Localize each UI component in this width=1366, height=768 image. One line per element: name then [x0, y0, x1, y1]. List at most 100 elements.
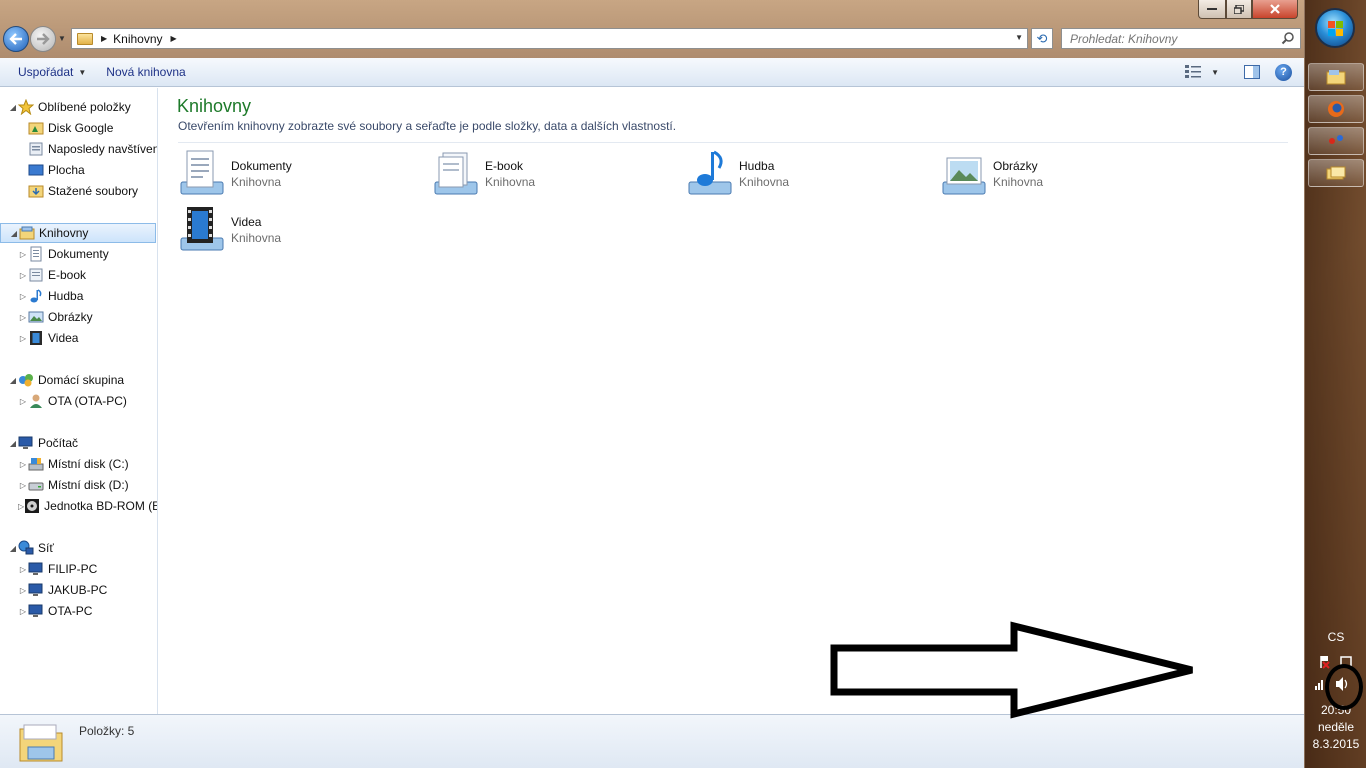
- collapsed-arrow-icon[interactable]: ▷: [18, 460, 28, 469]
- nav-item-recent[interactable]: Naposledy navštívené: [0, 139, 157, 159]
- nav-network[interactable]: ◢ Síť: [0, 538, 157, 558]
- nav-item-ebook[interactable]: ▷ E-book: [0, 265, 157, 285]
- nav-item-ota-user[interactable]: ▷ OTA (OTA-PC): [0, 391, 157, 411]
- nav-item-filip-pc[interactable]: ▷ FILIP-PC: [0, 559, 157, 579]
- collapsed-arrow-icon[interactable]: ▷: [18, 334, 28, 343]
- organize-button[interactable]: Uspořádat ▼: [8, 65, 96, 79]
- nav-item-desktop[interactable]: Plocha: [0, 160, 157, 180]
- nav-label: JAKUB-PC: [48, 583, 108, 597]
- expanded-arrow-icon[interactable]: ◢: [8, 439, 18, 448]
- language-indicator[interactable]: CS: [1305, 630, 1366, 644]
- nav-label: Knihovny: [39, 226, 89, 240]
- help-button[interactable]: ?: [1275, 63, 1292, 81]
- app-icon: [1329, 135, 1343, 144]
- folder-icon: [77, 32, 93, 45]
- library-tile-pictures[interactable]: Obrázky Knihovna: [939, 148, 1139, 200]
- expanded-arrow-icon[interactable]: ◢: [8, 544, 18, 553]
- taskbar-firefox[interactable]: [1308, 95, 1364, 123]
- search-icon[interactable]: [1281, 31, 1295, 45]
- action-center-icon[interactable]: [1320, 656, 1330, 669]
- library-name: E-book: [485, 159, 524, 173]
- nav-item-music[interactable]: ▷ Hudba: [0, 286, 157, 306]
- taskbar-explorer[interactable]: [1308, 63, 1364, 91]
- library-tile-ebook[interactable]: E-book Knihovna: [431, 148, 631, 200]
- ebook-library-icon: [434, 152, 478, 195]
- nav-label: Stažené soubory: [48, 184, 139, 198]
- preview-pane-button[interactable]: [1243, 63, 1261, 81]
- view-controls: ▼ ?: [1185, 63, 1292, 81]
- library-tile-music[interactable]: Hudba Knihovna: [685, 148, 885, 200]
- desktop-icon: [28, 162, 44, 178]
- new-library-label: Nová knihovna: [106, 65, 186, 79]
- expanded-arrow-icon[interactable]: ◢: [8, 376, 18, 385]
- nav-label: FILIP-PC: [48, 562, 98, 576]
- nav-item-pictures[interactable]: ▷ Obrázky: [0, 307, 157, 327]
- library-tile-videos[interactable]: Videa Knihovna: [177, 204, 377, 256]
- library-name: Obrázky: [993, 159, 1038, 173]
- clock-day[interactable]: neděle: [1305, 720, 1366, 734]
- nav-item-documents[interactable]: ▷ Dokumenty: [0, 244, 157, 264]
- collapsed-arrow-icon[interactable]: ▷: [18, 271, 28, 280]
- address-dropdown-icon[interactable]: ▼: [1015, 33, 1023, 42]
- new-library-button[interactable]: Nová knihovna: [96, 65, 195, 79]
- breadcrumb-knihovny[interactable]: Knihovny: [113, 32, 162, 46]
- collapsed-arrow-icon[interactable]: ▷: [18, 565, 28, 574]
- search-box[interactable]: [1061, 28, 1301, 49]
- expanded-arrow-icon[interactable]: ◢: [9, 229, 19, 238]
- nav-label: Jednotka BD-ROM (E:): [44, 499, 158, 513]
- nav-item-ota-pc[interactable]: ▷ OTA-PC: [0, 601, 157, 621]
- nav-homegroup[interactable]: ◢ Domácí skupina: [0, 370, 157, 390]
- nav-favorites[interactable]: ◢ Oblíbené položky: [0, 97, 157, 117]
- back-button[interactable]: [3, 26, 29, 52]
- network-signal-icon[interactable]: [1315, 680, 1323, 690]
- nav-item-disk-c[interactable]: ▷ Místní disk (C:): [0, 454, 157, 474]
- library-tile-documents[interactable]: Dokumenty Knihovna: [177, 148, 377, 200]
- arrow-right-icon: [37, 33, 50, 45]
- libraries-folder-icon: [19, 724, 63, 762]
- clock-date[interactable]: 8.3.2015: [1305, 737, 1366, 751]
- close-button[interactable]: [1252, 0, 1298, 19]
- nav-libraries[interactable]: ◢ Knihovny: [0, 223, 156, 243]
- address-bar[interactable]: ▶ Knihovny ▶ ▼: [71, 28, 1028, 49]
- network-computer-icon: [28, 603, 44, 619]
- nav-item-bd-rom[interactable]: ▷ Jednotka BD-ROM (E:): [0, 496, 158, 516]
- refresh-button[interactable]: ⟲: [1031, 28, 1053, 49]
- forward-button[interactable]: [30, 26, 56, 52]
- collapsed-arrow-icon[interactable]: ▷: [18, 250, 28, 259]
- nav-item-videos[interactable]: ▷ Videa: [0, 328, 157, 348]
- start-button[interactable]: [1315, 8, 1355, 48]
- breadcrumb-separator-icon[interactable]: ▶: [101, 34, 107, 43]
- nav-item-disk-d[interactable]: ▷ Místní disk (D:): [0, 475, 157, 495]
- expanded-arrow-icon[interactable]: ◢: [8, 103, 18, 112]
- collapsed-arrow-icon[interactable]: ▷: [18, 607, 28, 616]
- chevron-down-icon: ▼: [1211, 67, 1219, 77]
- collapsed-arrow-icon[interactable]: ▷: [18, 292, 28, 301]
- nav-label: Disk Google: [48, 121, 114, 135]
- status-bar: Položky: 5: [0, 714, 1304, 768]
- nav-item-jakub-pc[interactable]: ▷ JAKUB-PC: [0, 580, 157, 600]
- collapsed-arrow-icon[interactable]: ▷: [18, 397, 28, 406]
- nav-computer[interactable]: ◢ Počítač: [0, 433, 157, 453]
- nav-label: Hudba: [48, 289, 84, 303]
- taskbar-app[interactable]: [1308, 127, 1364, 155]
- nav-item-downloads[interactable]: Stažené soubory: [0, 181, 157, 201]
- recent-pages-button[interactable]: ▼: [58, 34, 66, 43]
- change-view-button[interactable]: ▼: [1185, 65, 1219, 79]
- taskbar-folder[interactable]: [1308, 159, 1364, 187]
- maximize-button[interactable]: [1226, 0, 1252, 19]
- library-type: Knihovna: [231, 175, 282, 189]
- collapsed-arrow-icon[interactable]: ▷: [18, 481, 28, 490]
- library-type: Knihovna: [231, 231, 282, 245]
- collapsed-arrow-icon[interactable]: ▷: [18, 313, 28, 322]
- close-icon: [1270, 4, 1280, 14]
- search-input[interactable]: [1070, 31, 1280, 46]
- collapsed-arrow-icon[interactable]: ▷: [18, 586, 28, 595]
- breadcrumb-separator-icon[interactable]: ▶: [171, 34, 177, 43]
- firefox-icon: [1328, 101, 1344, 117]
- library-name: Videa: [231, 215, 262, 229]
- nav-item-disk-google[interactable]: Disk Google: [0, 118, 157, 138]
- music-note-icon: [28, 288, 44, 304]
- computer-icon: [18, 435, 34, 451]
- minimize-button[interactable]: [1198, 0, 1226, 19]
- documents-icon: [28, 246, 44, 262]
